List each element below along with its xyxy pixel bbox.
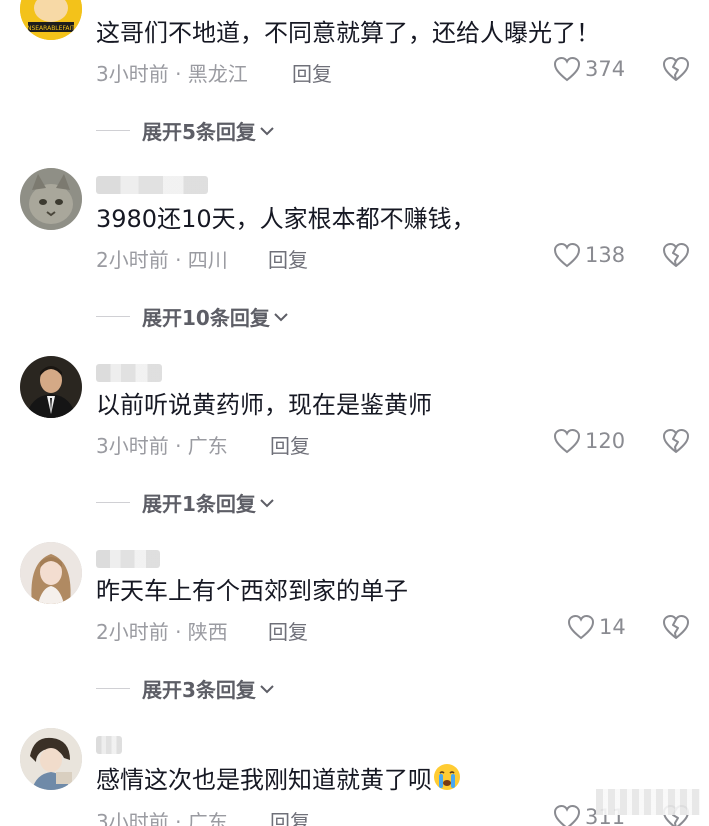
avatar[interactable] xyxy=(20,542,82,604)
like-button[interactable]: 138 xyxy=(553,242,625,268)
broken-heart-icon xyxy=(663,243,689,267)
heart-icon xyxy=(553,242,581,268)
username-blurred xyxy=(96,176,208,194)
heart-icon xyxy=(553,804,581,826)
dislike-button[interactable] xyxy=(662,242,690,272)
like-count: 120 xyxy=(585,429,626,453)
avatar[interactable] xyxy=(20,168,82,230)
avatar[interactable] xyxy=(20,356,82,418)
like-button[interactable]: 14 xyxy=(567,614,626,640)
avatar[interactable]: UNSEARABLEFAITH xyxy=(20,0,82,40)
username-blurred xyxy=(96,364,162,382)
chevron-down-icon xyxy=(260,684,274,693)
like-count: 14 xyxy=(599,615,626,639)
comment-meta: 2小时前 · 四川 xyxy=(96,248,228,272)
comment-meta: 2小时前 · 陕西 xyxy=(96,620,228,644)
divider-line xyxy=(96,502,130,503)
heart-icon xyxy=(567,614,595,640)
broken-heart-icon xyxy=(663,429,689,453)
comment-text-content: 感情这次也是我刚知道就黄了呗 xyxy=(96,766,432,794)
reply-button[interactable]: 回复 xyxy=(268,616,308,645)
reply-button[interactable]: 回复 xyxy=(270,806,310,826)
expand-replies-label: 展开3条回复 xyxy=(142,678,256,702)
like-count: 138 xyxy=(585,243,626,267)
avatar-cartoon-icon: UNSEARABLEFAITH xyxy=(20,0,82,40)
avatar-woman-icon xyxy=(20,542,82,604)
expand-replies-button[interactable]: 展开3条回复 xyxy=(96,674,276,703)
dislike-button[interactable] xyxy=(662,428,690,458)
like-button[interactable]: 120 xyxy=(553,428,625,454)
comment-text: 昨天车上有个西郊到家的单子 xyxy=(96,577,408,605)
reply-button[interactable]: 回复 xyxy=(292,58,332,87)
divider-line xyxy=(96,688,130,689)
heart-icon xyxy=(553,56,581,82)
reply-button[interactable]: 回复 xyxy=(270,430,310,459)
watermark-overlay xyxy=(596,789,700,815)
expand-replies-label: 展开1条回复 xyxy=(142,492,256,516)
username-blurred xyxy=(96,736,122,754)
comment-meta: 3小时前 · 广东 xyxy=(96,434,228,458)
chevron-down-icon xyxy=(260,498,274,507)
broken-heart-icon xyxy=(663,57,689,81)
chevron-down-icon xyxy=(260,126,274,135)
dislike-button[interactable] xyxy=(662,614,690,644)
comment-text: 这哥们不地道，不同意就算了，还给人曝光了！ xyxy=(96,19,600,47)
avatar-cat-icon xyxy=(20,168,82,230)
comment-text: 3980还10天，人家根本都不赚钱， xyxy=(96,205,476,233)
like-count: 374 xyxy=(585,57,626,81)
crying-face-emoji-icon xyxy=(434,764,460,790)
comment-meta: 3小时前 · 黑龙江 xyxy=(96,62,248,86)
expand-replies-label: 展开5条回复 xyxy=(142,120,256,144)
avatar-illustration-icon xyxy=(20,728,82,790)
avatar[interactable] xyxy=(20,728,82,790)
chevron-down-icon xyxy=(274,312,288,321)
broken-heart-icon xyxy=(663,615,689,639)
reply-button[interactable]: 回复 xyxy=(268,244,308,273)
username-blurred xyxy=(96,550,160,568)
divider-line xyxy=(96,130,130,131)
dislike-button[interactable] xyxy=(662,56,690,86)
expand-replies-label: 展开10条回复 xyxy=(142,306,270,330)
comment-text: 感情这次也是我刚知道就黄了呗 xyxy=(96,762,462,797)
heart-icon xyxy=(553,428,581,454)
comment-text: 以前听说黄药师，现在是鉴黄师 xyxy=(96,391,432,419)
expand-replies-button[interactable]: 展开10条回复 xyxy=(96,302,290,331)
divider-line xyxy=(96,316,130,317)
svg-text:UNSEARABLEFAITH: UNSEARABLEFAITH xyxy=(23,25,80,32)
expand-replies-button[interactable]: 展开5条回复 xyxy=(96,116,276,145)
expand-replies-button[interactable]: 展开1条回复 xyxy=(96,488,276,517)
avatar-man-suit-icon xyxy=(20,356,82,418)
like-button[interactable]: 374 xyxy=(553,56,625,82)
comment-meta: 3小时前 · 广东 xyxy=(96,810,228,826)
